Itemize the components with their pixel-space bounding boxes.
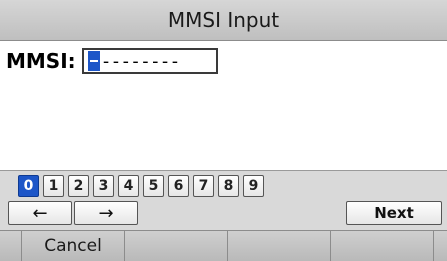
- right-arrow-button[interactable]: →: [74, 201, 138, 225]
- text-cursor: [87, 51, 100, 71]
- digit-key-0[interactable]: 0: [18, 175, 39, 197]
- mmsi-row: MMSI: --------: [6, 46, 218, 76]
- mmsi-value: --------: [100, 50, 181, 72]
- cancel-button[interactable]: Cancel: [22, 231, 125, 261]
- digit-key-6[interactable]: 6: [168, 175, 189, 197]
- softkey-blank-left: [0, 231, 22, 261]
- mmsi-input[interactable]: --------: [81, 48, 218, 74]
- digit-row: 0 1 2 3 4 5 6 7 8 9: [18, 175, 264, 197]
- digit-key-5[interactable]: 5: [143, 175, 164, 197]
- softkey-blank-right: [434, 231, 447, 261]
- digit-key-7[interactable]: 7: [193, 175, 214, 197]
- page-title: MMSI Input: [167, 8, 280, 32]
- title-bar: MMSI Input: [0, 0, 447, 41]
- arrow-row: ← →: [8, 201, 138, 225]
- softkey-4[interactable]: [331, 231, 434, 261]
- arrow-left-icon: ←: [32, 202, 48, 224]
- left-arrow-button[interactable]: ←: [8, 201, 72, 225]
- digit-key-4[interactable]: 4: [118, 175, 139, 197]
- digit-key-8[interactable]: 8: [218, 175, 239, 197]
- digit-key-9[interactable]: 9: [243, 175, 264, 197]
- arrow-right-icon: →: [98, 202, 114, 224]
- softkey-3[interactable]: [228, 231, 331, 261]
- softkey-bar: Cancel: [0, 230, 447, 261]
- digit-key-2[interactable]: 2: [68, 175, 89, 197]
- mmsi-label: MMSI:: [6, 49, 76, 73]
- keypad: 0 1 2 3 4 5 6 7 8 9 ← → Next: [0, 170, 447, 231]
- digit-key-1[interactable]: 1: [43, 175, 64, 197]
- digit-key-3[interactable]: 3: [93, 175, 114, 197]
- softkey-2[interactable]: [125, 231, 228, 261]
- next-button[interactable]: Next: [346, 201, 442, 225]
